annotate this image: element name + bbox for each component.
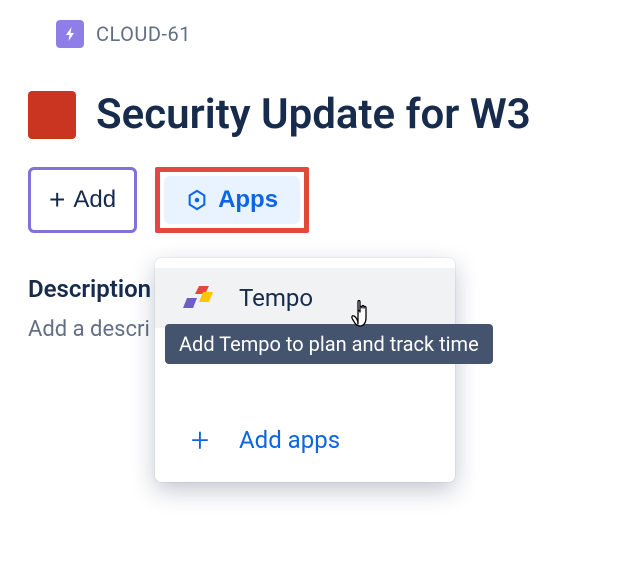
hexagon-icon (186, 189, 208, 211)
title-row: Security Update for W3 (28, 90, 616, 139)
tooltip: Add Tempo to plan and track time (165, 324, 493, 364)
dropdown-hidden-item (155, 364, 455, 408)
apps-button-label: Apps (218, 186, 278, 214)
issue-key[interactable]: CLOUD-61 (96, 22, 191, 46)
button-row: + Add Apps (28, 167, 616, 233)
plus-icon: + (49, 186, 65, 214)
epic-icon (56, 20, 84, 48)
priority-icon (28, 91, 76, 139)
add-apps-label: Add apps (239, 426, 340, 454)
dropdown-item-label: Tempo (239, 284, 313, 312)
apps-button[interactable]: Apps (164, 176, 300, 224)
tutorial-highlight: Apps (155, 167, 309, 233)
plus-icon: + (183, 424, 217, 456)
tooltip-wrap: Add Tempo to plan and track time (155, 328, 455, 364)
dropdown-item-tempo[interactable]: Tempo (155, 268, 455, 328)
breadcrumb: CLOUD-61 (56, 20, 616, 48)
tempo-icon (183, 284, 217, 312)
issue-title[interactable]: Security Update for W3 (96, 90, 531, 139)
apps-dropdown: Tempo Add Tempo to plan and track time +… (155, 258, 455, 482)
add-button-label: Add (73, 186, 116, 214)
add-button[interactable]: + Add (28, 167, 137, 233)
dropdown-item-add-apps[interactable]: + Add apps (155, 408, 455, 472)
